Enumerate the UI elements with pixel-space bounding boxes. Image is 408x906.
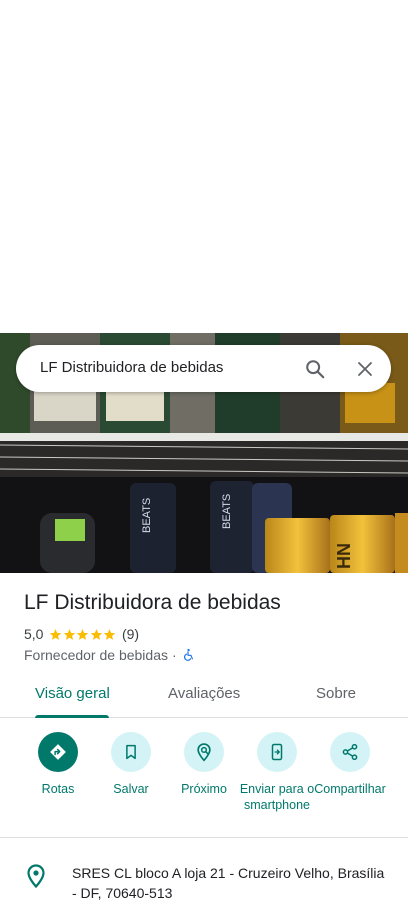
wheelchair-accessible-icon bbox=[183, 648, 193, 661]
search-input[interactable]: LF Distribuidora de bebidas bbox=[40, 359, 223, 376]
rating-row[interactable]: 5,0 (9) bbox=[24, 625, 139, 643]
send-to-phone-button[interactable]: Enviar para o smartphone bbox=[237, 732, 317, 813]
category-row: Fornecedor de bebidas · bbox=[24, 646, 195, 664]
can-label-1: BEATS bbox=[141, 498, 153, 533]
tab-overview[interactable]: Visão geral bbox=[35, 685, 110, 702]
star-icon bbox=[77, 628, 89, 640]
nearby-icon bbox=[184, 732, 224, 772]
place-tabs: Visão geral Avaliações Sobre bbox=[0, 676, 408, 718]
close-icon[interactable] bbox=[352, 356, 378, 382]
bookmark-icon bbox=[111, 732, 151, 772]
directions-icon bbox=[38, 732, 78, 772]
star-icon bbox=[63, 628, 76, 640]
tab-about[interactable]: Sobre bbox=[316, 685, 356, 702]
send-to-phone-label: Enviar para o smartphone bbox=[239, 782, 315, 812]
search-icon[interactable] bbox=[302, 356, 328, 382]
star-rating bbox=[49, 628, 117, 641]
star-icon bbox=[50, 628, 62, 640]
save-button[interactable]: Salvar bbox=[91, 732, 171, 797]
search-bar[interactable]: LF Distribuidora de bebidas bbox=[16, 345, 391, 392]
star-icon bbox=[104, 628, 116, 640]
tab-reviews[interactable]: Avaliações bbox=[168, 685, 240, 702]
place-address: SRES CL bloco A loja 21 - Cruzeiro Velho… bbox=[72, 865, 385, 901]
place-category: Fornecedor de bebidas bbox=[24, 647, 168, 663]
save-label: Salvar bbox=[113, 782, 149, 796]
directions-label: Rotas bbox=[41, 782, 75, 796]
can-label-2: BEATS bbox=[221, 494, 233, 529]
share-icon bbox=[330, 732, 370, 772]
location-pin-icon bbox=[27, 864, 45, 888]
rating-value: 5,0 bbox=[24, 626, 44, 642]
separator-dot: · bbox=[172, 647, 177, 663]
review-count[interactable]: (9) bbox=[122, 626, 139, 642]
place-title: LF Distribuidora de bebidas bbox=[24, 591, 281, 614]
map-area-blank bbox=[0, 0, 408, 333]
share-button[interactable]: Compartilhar bbox=[310, 732, 390, 797]
can-label-3: HN bbox=[334, 543, 354, 569]
share-label: Compartilhar bbox=[314, 782, 386, 796]
star-icon bbox=[90, 628, 103, 640]
action-buttons: Rotas Salvar Próximo Enviar para o smart… bbox=[0, 718, 408, 838]
nearby-label: Próximo bbox=[181, 782, 227, 796]
send-to-phone-icon bbox=[257, 732, 297, 772]
address-row[interactable]: SRES CL bloco A loja 21 - Cruzeiro Velho… bbox=[0, 850, 408, 906]
directions-button[interactable]: Rotas bbox=[18, 732, 98, 797]
nearby-button[interactable]: Próximo bbox=[164, 732, 244, 797]
